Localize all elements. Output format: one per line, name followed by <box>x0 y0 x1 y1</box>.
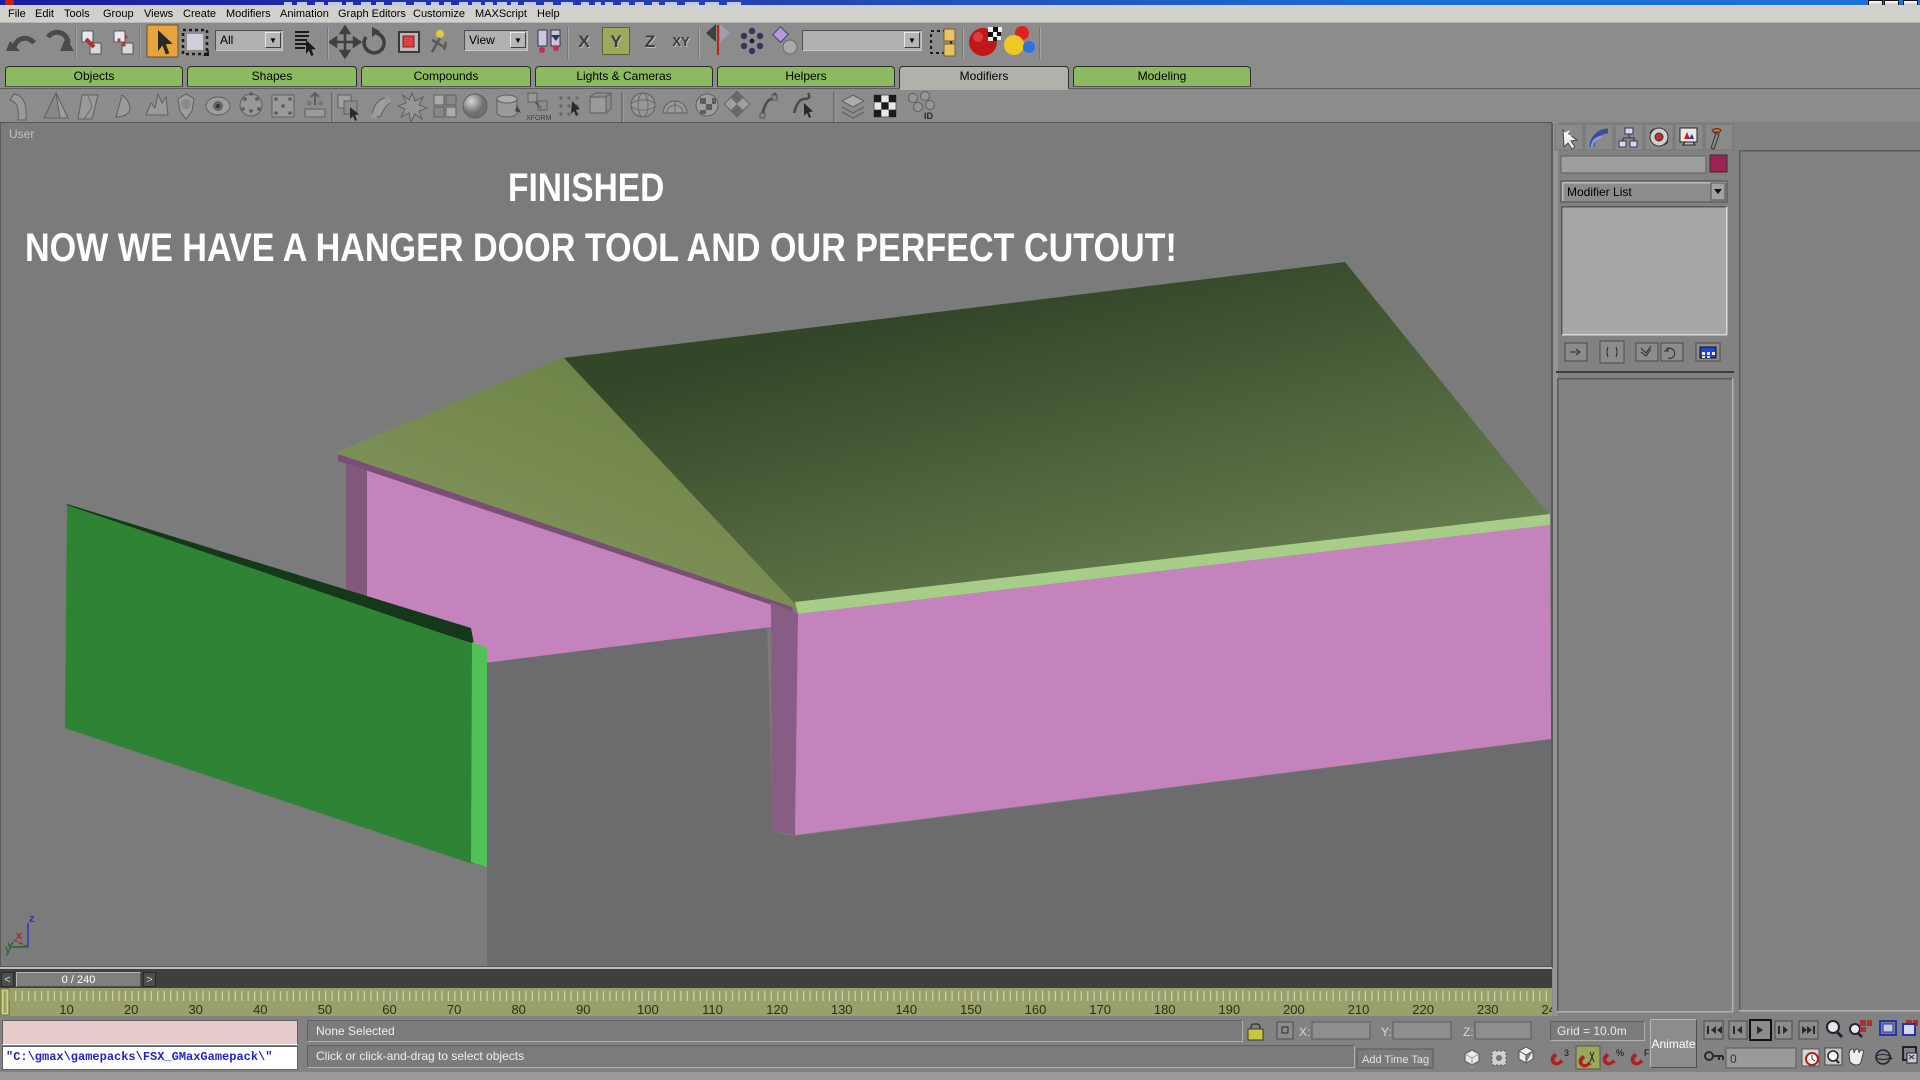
svg-text:220: 220 <box>1412 1002 1434 1016</box>
svg-text:60: 60 <box>382 1002 396 1016</box>
svg-text:XFORM: XFORM <box>526 115 551 122</box>
svg-text:y: y <box>5 944 12 956</box>
svg-text:130: 130 <box>831 1002 853 1016</box>
svg-text:3: 3 <box>1564 1048 1569 1058</box>
svg-text:30: 30 <box>188 1002 202 1016</box>
svg-text:70: 70 <box>447 1002 461 1016</box>
svg-text:%: % <box>1616 1048 1624 1058</box>
svg-text:160: 160 <box>1025 1002 1047 1016</box>
svg-text:180: 180 <box>1154 1002 1176 1016</box>
svg-text:20: 20 <box>124 1002 138 1016</box>
svg-text:50: 50 <box>318 1002 332 1016</box>
svg-text:Z:: Z: <box>1463 1025 1474 1039</box>
svg-text:200: 200 <box>1283 1002 1305 1016</box>
svg-text:170: 170 <box>1089 1002 1111 1016</box>
svg-text:240: 240 <box>1541 1002 1552 1016</box>
svg-text:Add Time Tag: Add Time Tag <box>1362 1054 1429 1066</box>
svg-text:120: 120 <box>766 1002 788 1016</box>
svg-text:0: 0 <box>1730 1052 1737 1066</box>
svg-text:x: x <box>16 930 23 942</box>
svg-text:230: 230 <box>1477 1002 1499 1016</box>
svg-text:Modifier List: Modifier List <box>1567 185 1632 199</box>
svg-text:ID: ID <box>924 111 934 121</box>
svg-text:X:: X: <box>1299 1025 1310 1039</box>
svg-text:40: 40 <box>253 1002 267 1016</box>
svg-text:10: 10 <box>59 1002 73 1016</box>
svg-text:190: 190 <box>1218 1002 1240 1016</box>
svg-text:150: 150 <box>960 1002 982 1016</box>
svg-text:90: 90 <box>576 1002 590 1016</box>
svg-text:z: z <box>29 913 35 925</box>
svg-text:80: 80 <box>511 1002 525 1016</box>
svg-text:100: 100 <box>637 1002 659 1016</box>
svg-text:210: 210 <box>1348 1002 1370 1016</box>
svg-text:110: 110 <box>702 1002 723 1016</box>
svg-text:140: 140 <box>895 1002 917 1016</box>
svg-text:Y:: Y: <box>1381 1025 1392 1039</box>
